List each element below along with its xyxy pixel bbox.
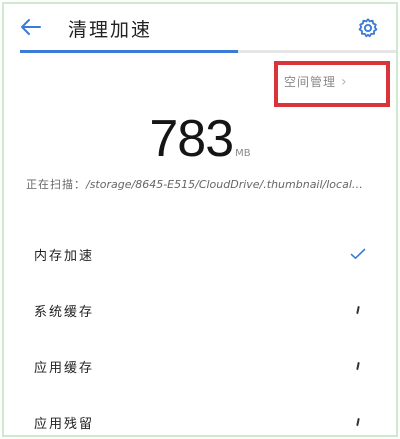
list-item-app-residue[interactable]: 应用残留 bbox=[4, 394, 396, 435]
settings-button[interactable] bbox=[352, 12, 384, 44]
scan-progress-bar bbox=[20, 50, 396, 53]
list-item-label: 应用缓存 bbox=[34, 360, 95, 376]
space-management-label: 空间管理 bbox=[284, 75, 337, 89]
screenshot-frame: 清理加速 空间管理 › 783 MB 正在扫描：/storage/8645-E515… bbox=[2, 2, 398, 437]
scan-label: 正在扫描： bbox=[26, 178, 86, 191]
scan-progress-fill bbox=[20, 50, 239, 53]
list-item-system-cache[interactable]: 系统缓存 bbox=[4, 282, 396, 338]
arrow-left-icon bbox=[21, 19, 41, 35]
chevron-right-icon: › bbox=[341, 74, 348, 90]
checkmark-icon bbox=[348, 244, 368, 264]
cleanup-list: 内存加速 系统缓存 应用缓存 应用残留 bbox=[4, 226, 396, 435]
back-button[interactable] bbox=[14, 10, 48, 44]
spinner-icon bbox=[348, 412, 368, 432]
list-item-memory-acceleration[interactable]: 内存加速 bbox=[4, 226, 396, 282]
junk-size-unit: MB bbox=[235, 148, 251, 159]
list-item-label: 内存加速 bbox=[34, 248, 95, 264]
spinner-icon bbox=[348, 300, 368, 320]
gear-icon bbox=[358, 18, 378, 38]
junk-size-display: 783 MB bbox=[4, 109, 396, 169]
junk-size-value: 783 bbox=[149, 110, 234, 168]
app-header: 清理加速 bbox=[4, 4, 396, 50]
list-item-label: 应用残留 bbox=[34, 416, 95, 432]
list-item-label: 系统缓存 bbox=[34, 304, 95, 320]
space-management-link[interactable]: 空间管理 › bbox=[284, 73, 348, 90]
page-title: 清理加速 bbox=[68, 19, 153, 41]
spinner-icon bbox=[348, 356, 368, 376]
scan-status: 正在扫描：/storage/8645-E515/CloudDrive/.thum… bbox=[26, 176, 386, 192]
list-item-app-cache[interactable]: 应用缓存 bbox=[4, 338, 396, 394]
scan-path: /storage/8645-E515/CloudDrive/.thumbnail… bbox=[86, 178, 363, 191]
